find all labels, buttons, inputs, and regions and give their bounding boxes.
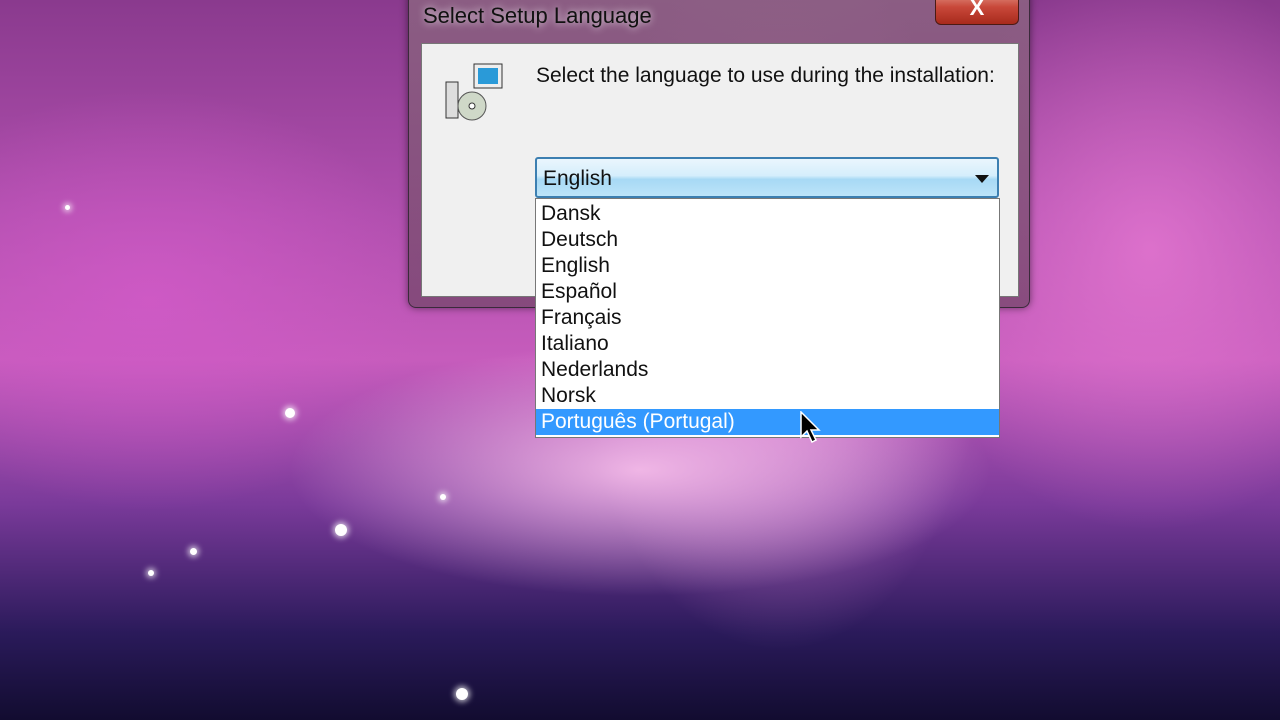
language-list[interactable]: Dansk Deutsch English Español Français I… <box>535 198 1000 438</box>
close-button[interactable]: X <box>935 0 1019 25</box>
language-option[interactable]: Nederlands <box>536 357 999 383</box>
language-option[interactable]: English <box>536 253 999 279</box>
instruction-text: Select the language to use during the in… <box>536 64 995 87</box>
setup-installer-icon <box>445 63 503 121</box>
star <box>456 688 468 700</box>
language-option[interactable]: Norsk <box>536 383 999 409</box>
star <box>285 408 295 418</box>
dialog-title: Select Setup Language <box>423 3 652 28</box>
star <box>65 205 70 210</box>
language-option[interactable]: Français <box>536 305 999 331</box>
language-option[interactable]: Deutsch <box>536 227 999 253</box>
language-dropdown[interactable]: English <box>535 157 999 198</box>
language-option[interactable]: Dansk <box>536 201 999 227</box>
star <box>148 570 154 576</box>
mouse-cursor-icon <box>800 411 821 444</box>
language-option-highlighted[interactable]: Português (Portugal) <box>536 409 999 435</box>
star <box>440 494 446 500</box>
star <box>190 548 197 555</box>
selected-language: English <box>543 167 612 190</box>
star <box>335 524 347 536</box>
language-option[interactable]: Italiano <box>536 331 999 357</box>
language-option[interactable]: Español <box>536 279 999 305</box>
chevron-down-icon[interactable] <box>975 175 989 183</box>
